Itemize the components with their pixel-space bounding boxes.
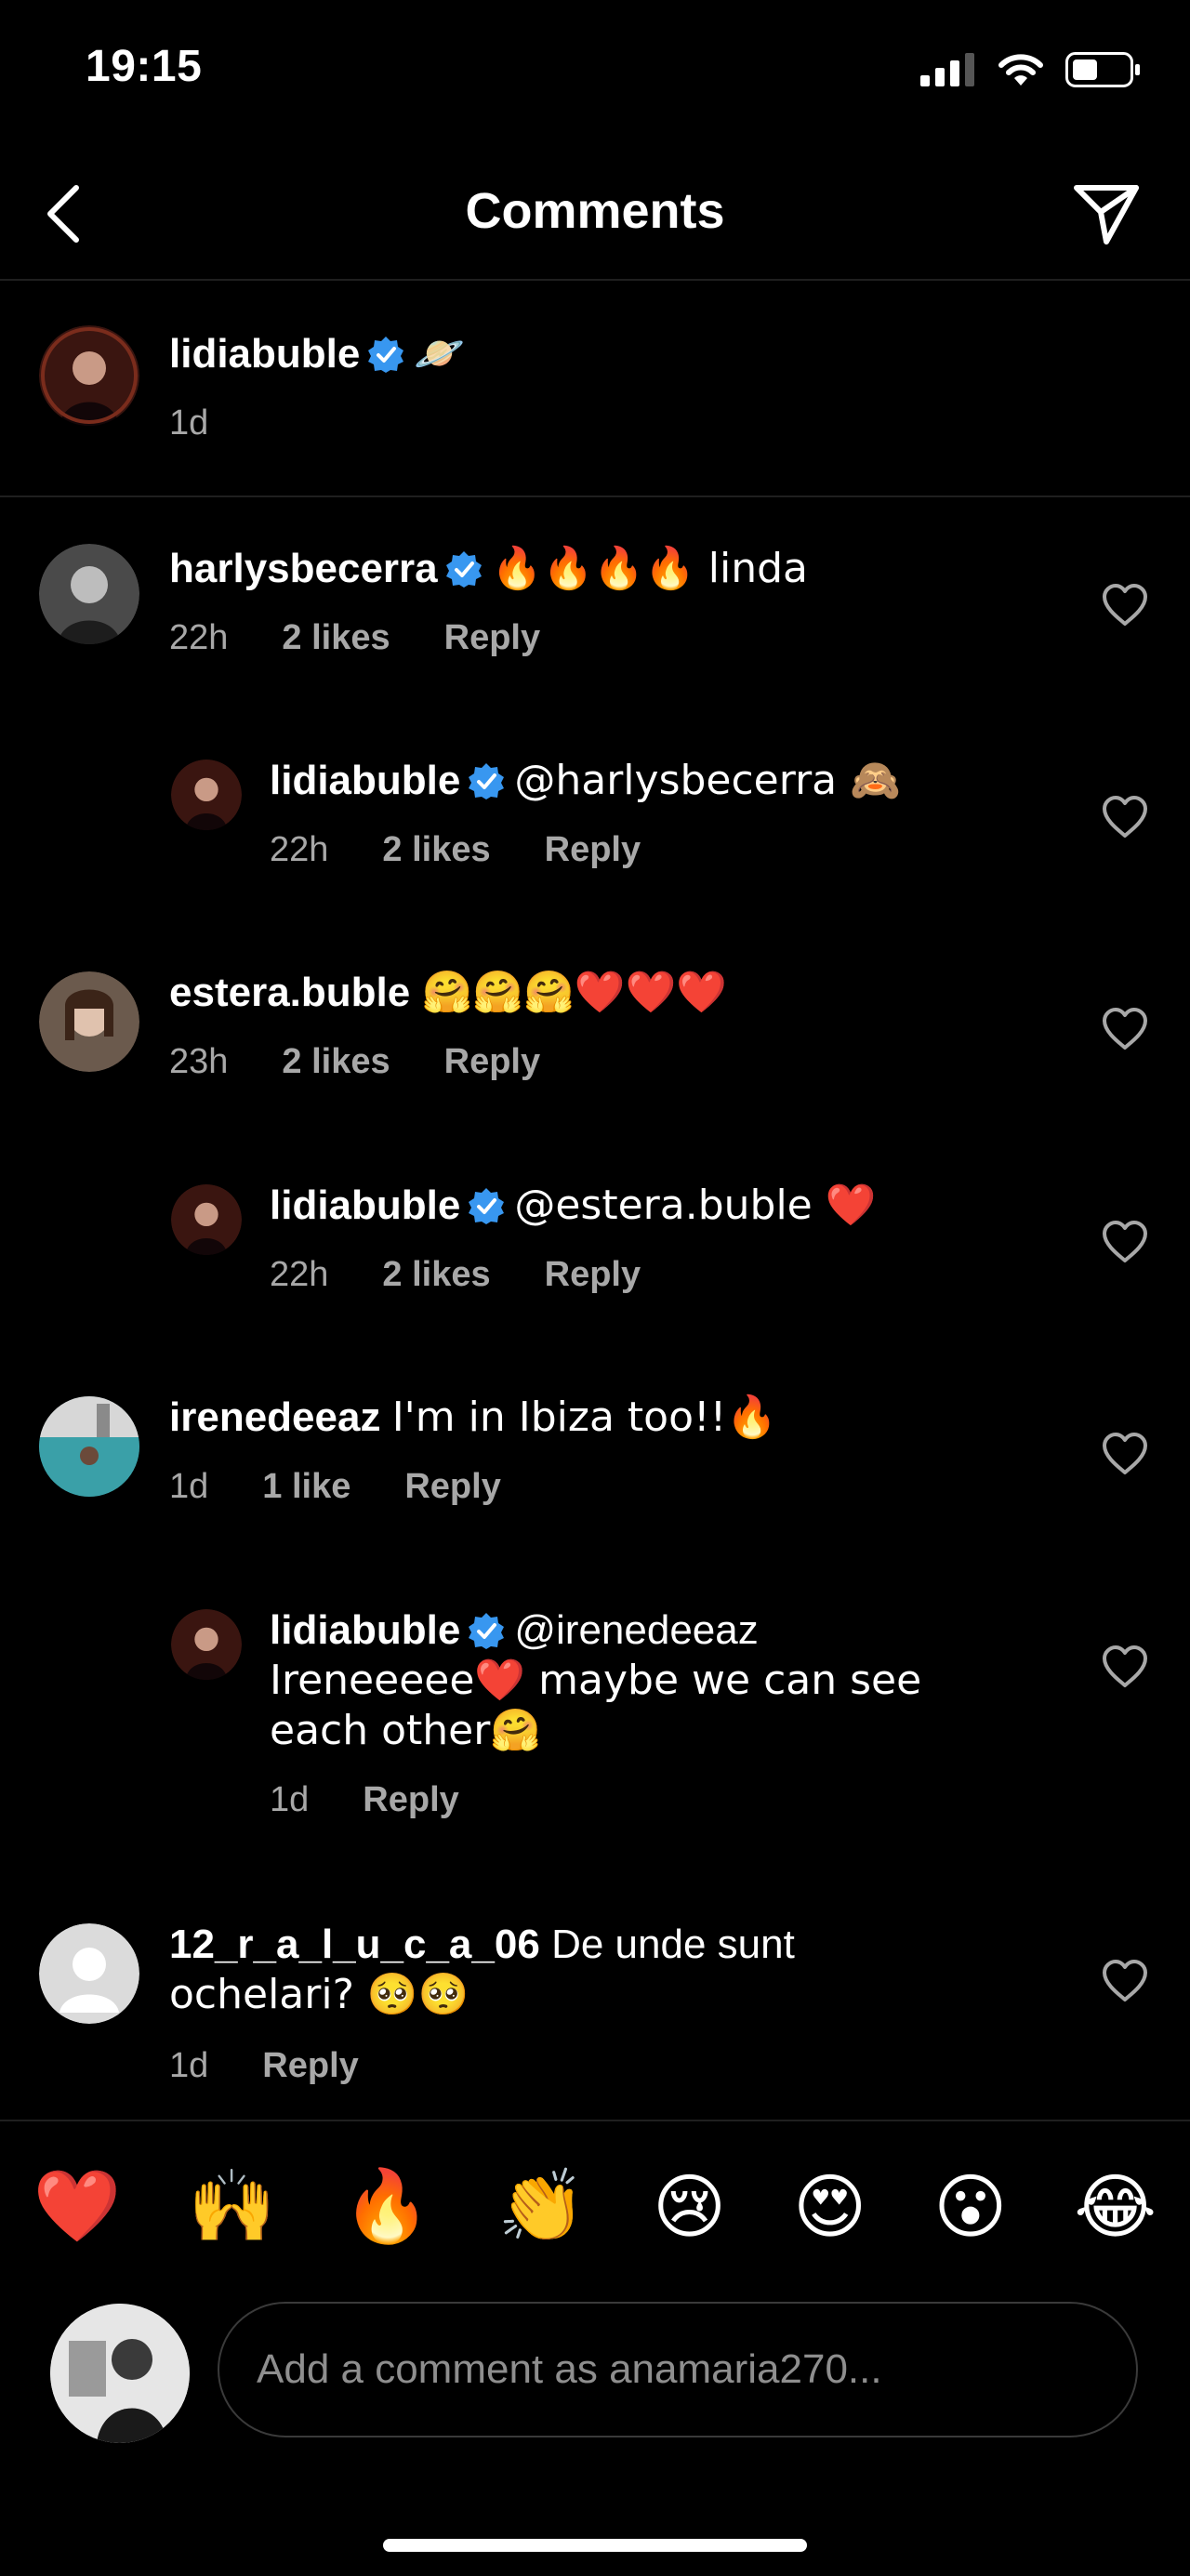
username[interactable]: estera.buble — [169, 970, 410, 1015]
username[interactable]: lidiabuble — [270, 758, 460, 803]
avatar[interactable] — [39, 971, 139, 1072]
quick-emoji-surprised[interactable]: 😮 — [933, 2165, 1007, 2248]
verified-badge-icon — [469, 1613, 505, 1649]
avatar[interactable] — [39, 325, 139, 426]
status-icons — [920, 52, 1142, 87]
username[interactable]: irenedeeaz — [169, 1394, 380, 1440]
avatar[interactable] — [171, 760, 242, 830]
comment-time: 22h — [270, 1255, 329, 1294]
comment-time: 22h — [270, 830, 329, 869]
share-button[interactable] — [1069, 177, 1144, 251]
reply-button[interactable]: Reply — [545, 830, 641, 870]
likes-count[interactable]: 2 likes — [382, 830, 490, 870]
heart-icon — [1103, 1960, 1147, 2001]
comment-time: 23h — [169, 1042, 229, 1081]
navigation-bar: Comments — [0, 158, 1190, 279]
comment-input[interactable] — [218, 2302, 1138, 2437]
like-button[interactable] — [1101, 795, 1149, 839]
likes-count[interactable]: 2 likes — [282, 618, 390, 658]
status-time: 19:15 — [86, 42, 203, 91]
heart-icon — [1103, 1433, 1147, 1474]
mention-link[interactable]: @irenedeeaz — [514, 1607, 758, 1653]
divider — [0, 495, 1190, 497]
comment-time: 1d — [169, 2046, 209, 2085]
quick-emoji-fire[interactable]: 🔥 — [343, 2164, 431, 2248]
avatar[interactable] — [171, 1184, 242, 1255]
heart-icon — [1103, 584, 1147, 626]
reply-button[interactable]: Reply — [262, 2046, 358, 2086]
like-button[interactable] — [1101, 1432, 1149, 1476]
reply-button[interactable]: Reply — [444, 618, 540, 658]
like-button[interactable] — [1101, 583, 1149, 627]
like-button[interactable] — [1101, 1959, 1149, 2003]
caption-text: 🪐 — [414, 330, 466, 377]
comment-text: @harlysbecerra 🙈 — [514, 757, 901, 804]
battery-icon — [1065, 52, 1140, 87]
username[interactable]: 12_r_a_l_u_c_a_06 — [169, 1922, 540, 1967]
comment-time: 1d — [169, 403, 209, 443]
likes-count[interactable]: 2 likes — [282, 1042, 390, 1082]
quick-emoji-crying[interactable]: 😢 — [653, 2165, 726, 2248]
heart-icon — [1103, 1221, 1147, 1262]
avatar[interactable] — [171, 1609, 242, 1680]
comment-text: each other🤗 — [270, 1707, 542, 1754]
like-button[interactable] — [1101, 1220, 1149, 1264]
verified-badge-icon — [469, 1188, 505, 1224]
quick-emoji-raised-hands[interactable]: 🙌 — [188, 2164, 276, 2248]
reply-button[interactable]: Reply — [545, 1255, 641, 1295]
like-button[interactable] — [1101, 1007, 1149, 1051]
comment-text: ochelari? 🥺🥺 — [169, 1971, 469, 2018]
quick-emoji-bar: ❤️ 🙌 🔥 👏 😢 😍 😮 😂 — [0, 2155, 1190, 2257]
heart-icon — [1103, 796, 1147, 838]
username[interactable]: lidiabuble — [169, 331, 360, 376]
cellular-signal-icon — [920, 53, 974, 86]
verified-badge-icon — [445, 551, 482, 588]
likes-count[interactable]: 2 likes — [382, 1255, 490, 1295]
username[interactable]: harlysbecerra — [169, 546, 438, 591]
reply-button[interactable]: Reply — [363, 1780, 458, 1820]
comment-time: 1d — [169, 1467, 209, 1506]
home-indicator — [383, 2539, 807, 2552]
quick-emoji-heart[interactable]: ❤️ — [33, 2164, 122, 2248]
wifi-icon — [998, 54, 1043, 86]
send-icon — [1074, 185, 1139, 244]
heart-icon — [1103, 1008, 1147, 1050]
username[interactable]: lidiabuble — [270, 1182, 460, 1228]
reply-button[interactable]: Reply — [404, 1467, 500, 1507]
comment-text: @estera.buble ❤️ — [514, 1182, 877, 1229]
avatar[interactable] — [39, 544, 139, 644]
verified-badge-icon — [368, 337, 404, 373]
username[interactable]: lidiabuble — [270, 1607, 460, 1653]
avatar[interactable] — [39, 1923, 139, 2024]
page-title: Comments — [465, 183, 725, 239]
comment-time: 22h — [169, 618, 229, 657]
comment-text: I'm in Ibiza too!!🔥 — [391, 1394, 778, 1441]
like-button[interactable] — [1101, 1645, 1149, 1689]
comment-text: 🤗🤗🤗❤️❤️❤️ — [421, 969, 728, 1016]
avatar[interactable] — [39, 1396, 139, 1497]
comment-text: De unde sunt — [551, 1922, 795, 1967]
default-avatar-icon — [39, 1923, 139, 2024]
verified-badge-icon — [469, 763, 505, 799]
quick-emoji-laughing[interactable]: 😂 — [1074, 2165, 1157, 2248]
quick-emoji-clap[interactable]: 👏 — [497, 2164, 586, 2248]
quick-emoji-heart-eyes[interactable]: 😍 — [793, 2165, 866, 2248]
comment-text: Ireneeeee❤️ maybe we can see — [270, 1657, 922, 1704]
likes-count[interactable]: 1 like — [262, 1467, 350, 1507]
comment-time: 1d — [270, 1780, 310, 1819]
divider — [0, 2120, 1190, 2121]
current-user-avatar — [50, 2304, 190, 2443]
divider — [0, 279, 1190, 281]
heart-icon — [1103, 1645, 1147, 1687]
reply-button[interactable]: Reply — [444, 1042, 540, 1082]
comment-text: 🔥🔥🔥🔥 linda — [491, 545, 809, 592]
